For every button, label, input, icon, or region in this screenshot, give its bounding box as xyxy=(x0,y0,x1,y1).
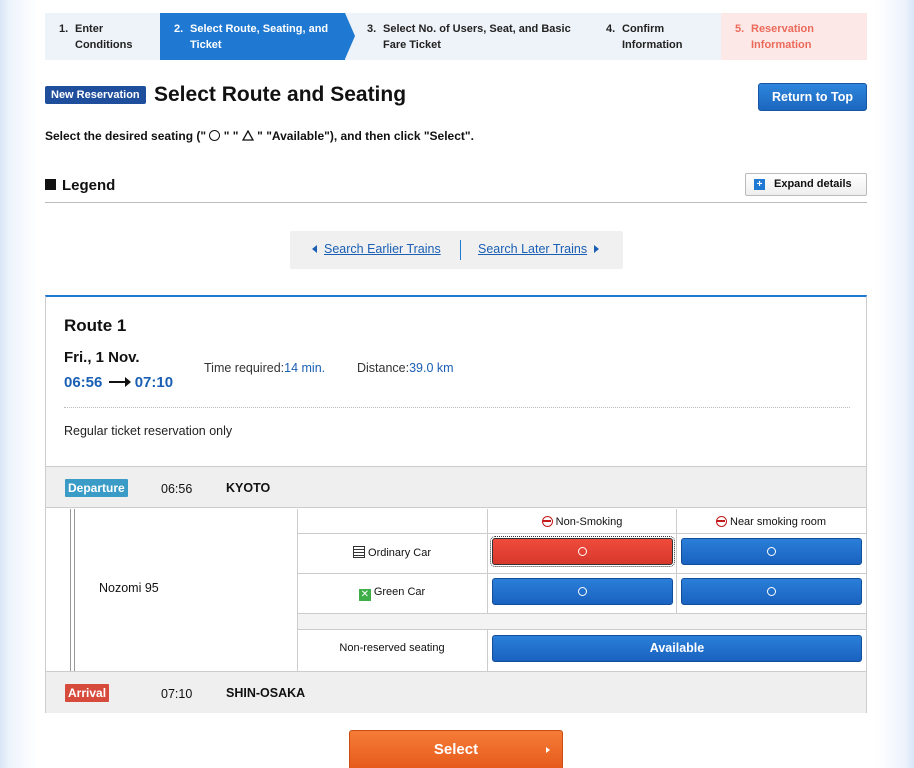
route-times: 06:56 07:10 xyxy=(64,374,173,391)
circle-icon xyxy=(767,547,776,556)
triangle-right-icon xyxy=(594,245,599,253)
arrival-time: 07:10 xyxy=(161,687,193,701)
square-bullet-icon xyxy=(45,179,56,190)
arrival-row: Arrival 07:10 SHIN-OSAKA xyxy=(46,671,866,713)
search-earlier-trains-link[interactable]: Search Earlier Trains xyxy=(324,242,441,256)
time-required-value: 14 min. xyxy=(284,361,326,375)
new-reservation-badge: New Reservation xyxy=(45,86,146,104)
grid-line xyxy=(297,629,866,630)
class-green-car: ✕ Green Car xyxy=(297,586,487,601)
step-number: 2. xyxy=(174,23,184,35)
grid-line xyxy=(487,629,488,671)
time-required: Time required:14 min. xyxy=(204,361,325,375)
select-button[interactable]: Select xyxy=(349,730,563,768)
step-label: Select No. of Users, Seat, and Basic Far… xyxy=(383,23,571,51)
select-label: Select xyxy=(433,741,479,758)
circle-icon xyxy=(767,587,776,596)
header-non-smoking: Non-Smoking xyxy=(487,516,677,528)
step-number: 1. xyxy=(59,23,69,35)
triangle-icon xyxy=(241,129,254,144)
route-title: Route 1 xyxy=(64,316,127,335)
seat-green-near-smoking[interactable] xyxy=(681,578,862,605)
departure-time: 06:56 xyxy=(161,482,193,496)
column-label: Non-Smoking xyxy=(555,516,623,528)
header-near-smoking-room: Near smoking room xyxy=(676,516,866,528)
step-label: Confirm Information xyxy=(622,23,683,51)
instruction-mid: " " xyxy=(223,129,239,143)
train-name: Nozomi 95 xyxy=(99,581,159,595)
class-label: Ordinary Car xyxy=(368,547,431,559)
instruction-prefix: Select the desired seating (" xyxy=(45,129,207,143)
track-line xyxy=(70,509,71,671)
step-label: Enter Conditions xyxy=(75,23,133,51)
distance: Distance:39.0 km xyxy=(357,361,454,375)
no-smoking-icon xyxy=(541,516,553,527)
ordinary-car-icon xyxy=(353,546,366,558)
distance-value: 39.0 km xyxy=(409,361,454,375)
route-arrive-time: 07:10 xyxy=(134,374,174,391)
track-line xyxy=(74,509,75,671)
instruction-text: Select the desired seating (" " " " "Ava… xyxy=(45,129,474,144)
arrow-right-icon xyxy=(108,377,131,387)
triangle-left-icon xyxy=(312,245,317,253)
step-enter-conditions: 1. Enter Conditions xyxy=(45,13,160,60)
step-confirm-information: 4. Confirm Information xyxy=(592,13,721,60)
arrival-tag: Arrival xyxy=(65,684,110,702)
step-select-users: 3. Select No. of Users, Seat, and Basic F… xyxy=(345,13,592,60)
spacer-row xyxy=(298,614,866,629)
arrival-station: SHIN-OSAKA xyxy=(226,686,306,700)
seat-non-reserved-available[interactable]: Available xyxy=(492,635,862,662)
departure-station: KYOTO xyxy=(226,481,271,495)
class-non-reserved: Non-reserved seating xyxy=(297,642,487,654)
class-ordinary-car: Ordinary Car xyxy=(297,546,487,559)
route-note: Regular ticket reservation only xyxy=(64,424,233,438)
circle-icon xyxy=(578,587,587,596)
time-required-label: Time required: xyxy=(204,361,285,375)
dotted-divider xyxy=(64,407,850,408)
step-number: 4. xyxy=(606,23,616,35)
seating-grid: Non-Smoking Near smoking room Ordinary C… xyxy=(297,509,866,671)
separator xyxy=(460,240,461,260)
no-smoking-icon xyxy=(716,516,727,527)
expand-details-label: Expand details xyxy=(774,178,852,190)
route-date: Fri., 1 Nov. xyxy=(64,349,140,366)
expand-details-button[interactable]: + Expand details xyxy=(745,173,867,196)
legend-heading: Legend xyxy=(45,177,115,194)
departure-row: Departure 06:56 KYOTO xyxy=(46,466,866,508)
green-car-icon: ✕ xyxy=(358,589,371,601)
step-label: Reservation Information xyxy=(751,23,814,51)
column-label: Near smoking room xyxy=(730,516,826,528)
legend-title: Legend xyxy=(62,177,116,194)
departure-tag: Departure xyxy=(65,479,128,497)
instruction-suffix: " "Available"), and then click "Select". xyxy=(257,129,474,143)
seat-ordinary-non-smoking[interactable] xyxy=(490,536,675,567)
return-to-top-button[interactable]: Return to Top xyxy=(758,83,867,111)
step-select-route: 2. Select Route, Seating, and Ticket xyxy=(160,13,355,60)
plus-icon: + xyxy=(754,179,765,190)
search-later-trains-link[interactable]: Search Later Trains xyxy=(478,242,587,256)
circle-icon xyxy=(578,547,587,556)
legend-divider xyxy=(45,202,867,203)
route-depart-time: 06:56 xyxy=(64,374,103,391)
step-reservation-information: 5. Reservation Information xyxy=(721,13,867,60)
page: 1. Enter Conditions 2. Select Route, Seati… xyxy=(0,0,914,768)
grid-line xyxy=(297,533,866,534)
step-number: 5. xyxy=(735,23,745,35)
seat-ordinary-near-smoking[interactable] xyxy=(681,538,862,565)
route-panel: Route 1 Fri., 1 Nov. 06:56 07:10 Time re… xyxy=(45,295,867,713)
step-label: Select Route, Seating, and Ticket xyxy=(190,23,329,51)
chevron-right-icon xyxy=(546,747,550,753)
distance-label: Distance: xyxy=(357,361,410,375)
class-label: Non-reserved seating xyxy=(339,642,445,654)
train-search-nav: Search Earlier Trains Search Later Train… xyxy=(290,231,623,269)
progress-steps: 1. Enter Conditions 2. Select Route, Seati… xyxy=(45,13,867,60)
class-label: Green Car xyxy=(373,586,426,598)
seat-green-non-smoking[interactable] xyxy=(492,578,673,605)
page-title: Select Route and Seating xyxy=(154,83,407,106)
grid-line xyxy=(297,573,866,574)
circle-icon xyxy=(209,130,221,141)
step-number: 3. xyxy=(367,23,377,35)
